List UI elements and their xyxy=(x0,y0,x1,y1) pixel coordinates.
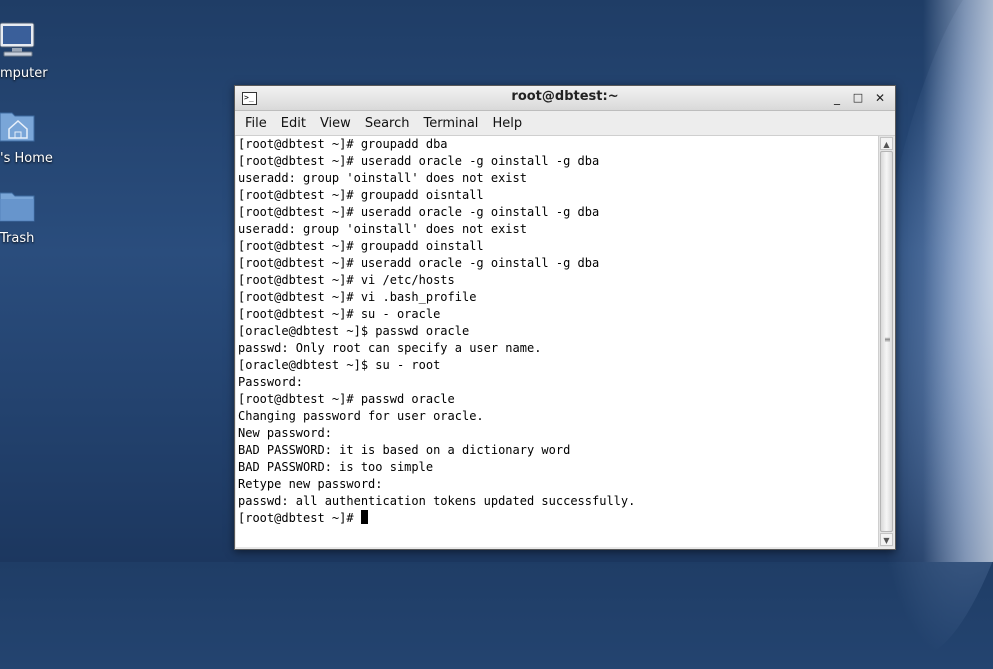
terminal-line: useradd: group 'oinstall' does not exist xyxy=(238,171,527,185)
desktop-icon-trash-label: Trash xyxy=(0,231,35,246)
wallpaper-highlight xyxy=(923,0,993,562)
terminal-prompt: [root@dbtest ~]# xyxy=(238,511,361,525)
terminal-line: Retype new password: xyxy=(238,477,383,491)
computer-icon xyxy=(0,22,35,57)
menu-search[interactable]: Search xyxy=(358,114,417,133)
menu-terminal[interactable]: Terminal xyxy=(416,114,485,133)
terminal-prompt-line: [root@dbtest ~]# xyxy=(236,510,878,527)
terminal-line: Password: xyxy=(238,375,304,389)
desktop-icon-home-label: 's Home xyxy=(0,151,53,166)
terminal-line: useradd: group 'oinstall' does not exist xyxy=(238,222,527,236)
desktop-icon-trash[interactable]: Trash xyxy=(0,185,70,246)
terminal-line: passwd: all authentication tokens update… xyxy=(238,494,636,508)
terminal-window: >_ root@dbtest:~ _ □ ✕ File Edit View Se… xyxy=(234,85,896,550)
close-button[interactable]: ✕ xyxy=(872,90,888,106)
terminal-line: [root@dbtest ~]# vi .bash_profile xyxy=(238,290,477,304)
menu-bar: File Edit View Search Terminal Help xyxy=(235,111,895,136)
terminal-line: [oracle@dbtest ~]$ su - root xyxy=(238,358,441,372)
trash-icon xyxy=(0,192,35,222)
terminal-line: [root@dbtest ~]# groupadd dba xyxy=(238,137,448,151)
scroll-down-arrow-icon[interactable]: ▼ xyxy=(880,533,893,546)
scrollbar-grip-icon: ≡ xyxy=(884,334,891,344)
scroll-up-arrow-icon[interactable]: ▲ xyxy=(880,137,893,150)
terminal-line: [oracle@dbtest ~]$ passwd oracle xyxy=(238,324,470,338)
window-title: root@dbtest:~ xyxy=(511,89,619,104)
home-folder-icon xyxy=(0,112,35,142)
terminal-line: BAD PASSWORD: is too simple xyxy=(238,460,434,474)
terminal-line: [root@dbtest ~]# vi /etc/hosts xyxy=(238,273,455,287)
maximize-button[interactable]: □ xyxy=(850,90,866,106)
desktop-icon-computer[interactable]: mputer xyxy=(0,20,70,81)
terminal-line: [root@dbtest ~]# groupadd oisntall xyxy=(238,188,484,202)
text-cursor xyxy=(360,510,368,524)
terminal-line: New password: xyxy=(238,426,332,440)
desktop-icon-home[interactable]: 's Home xyxy=(0,105,70,166)
terminal-output[interactable]: [root@dbtest ~]# groupadd dba [root@dbte… xyxy=(236,136,878,547)
vertical-scrollbar[interactable]: ▲ ≡ ▼ xyxy=(878,136,894,547)
menu-help[interactable]: Help xyxy=(485,114,529,133)
terminal-line: [root@dbtest ~]# groupadd oinstall xyxy=(238,239,484,253)
window-titlebar[interactable]: >_ root@dbtest:~ _ □ ✕ xyxy=(235,86,895,111)
terminal-line: Changing password for user oracle. xyxy=(238,409,484,423)
terminal-line: passwd: Only root can specify a user nam… xyxy=(238,341,542,355)
terminal-line: [root@dbtest ~]# useradd oracle -g oinst… xyxy=(238,256,600,270)
menu-file[interactable]: File xyxy=(238,114,274,133)
scrollbar-thumb[interactable]: ≡ xyxy=(880,151,893,532)
terminal-line: [root@dbtest ~]# useradd oracle -g oinst… xyxy=(238,205,600,219)
terminal-line: [root@dbtest ~]# su - oracle xyxy=(238,307,441,321)
menu-view[interactable]: View xyxy=(313,114,358,133)
terminal-line: [root@dbtest ~]# passwd oracle xyxy=(238,392,455,406)
desktop-icon-computer-label: mputer xyxy=(0,66,48,81)
terminal-line: [root@dbtest ~]# useradd oracle -g oinst… xyxy=(238,154,600,168)
terminal-line: BAD PASSWORD: it is based on a dictionar… xyxy=(238,443,571,457)
minimize-button[interactable]: _ xyxy=(829,90,845,106)
menu-edit[interactable]: Edit xyxy=(274,114,313,133)
